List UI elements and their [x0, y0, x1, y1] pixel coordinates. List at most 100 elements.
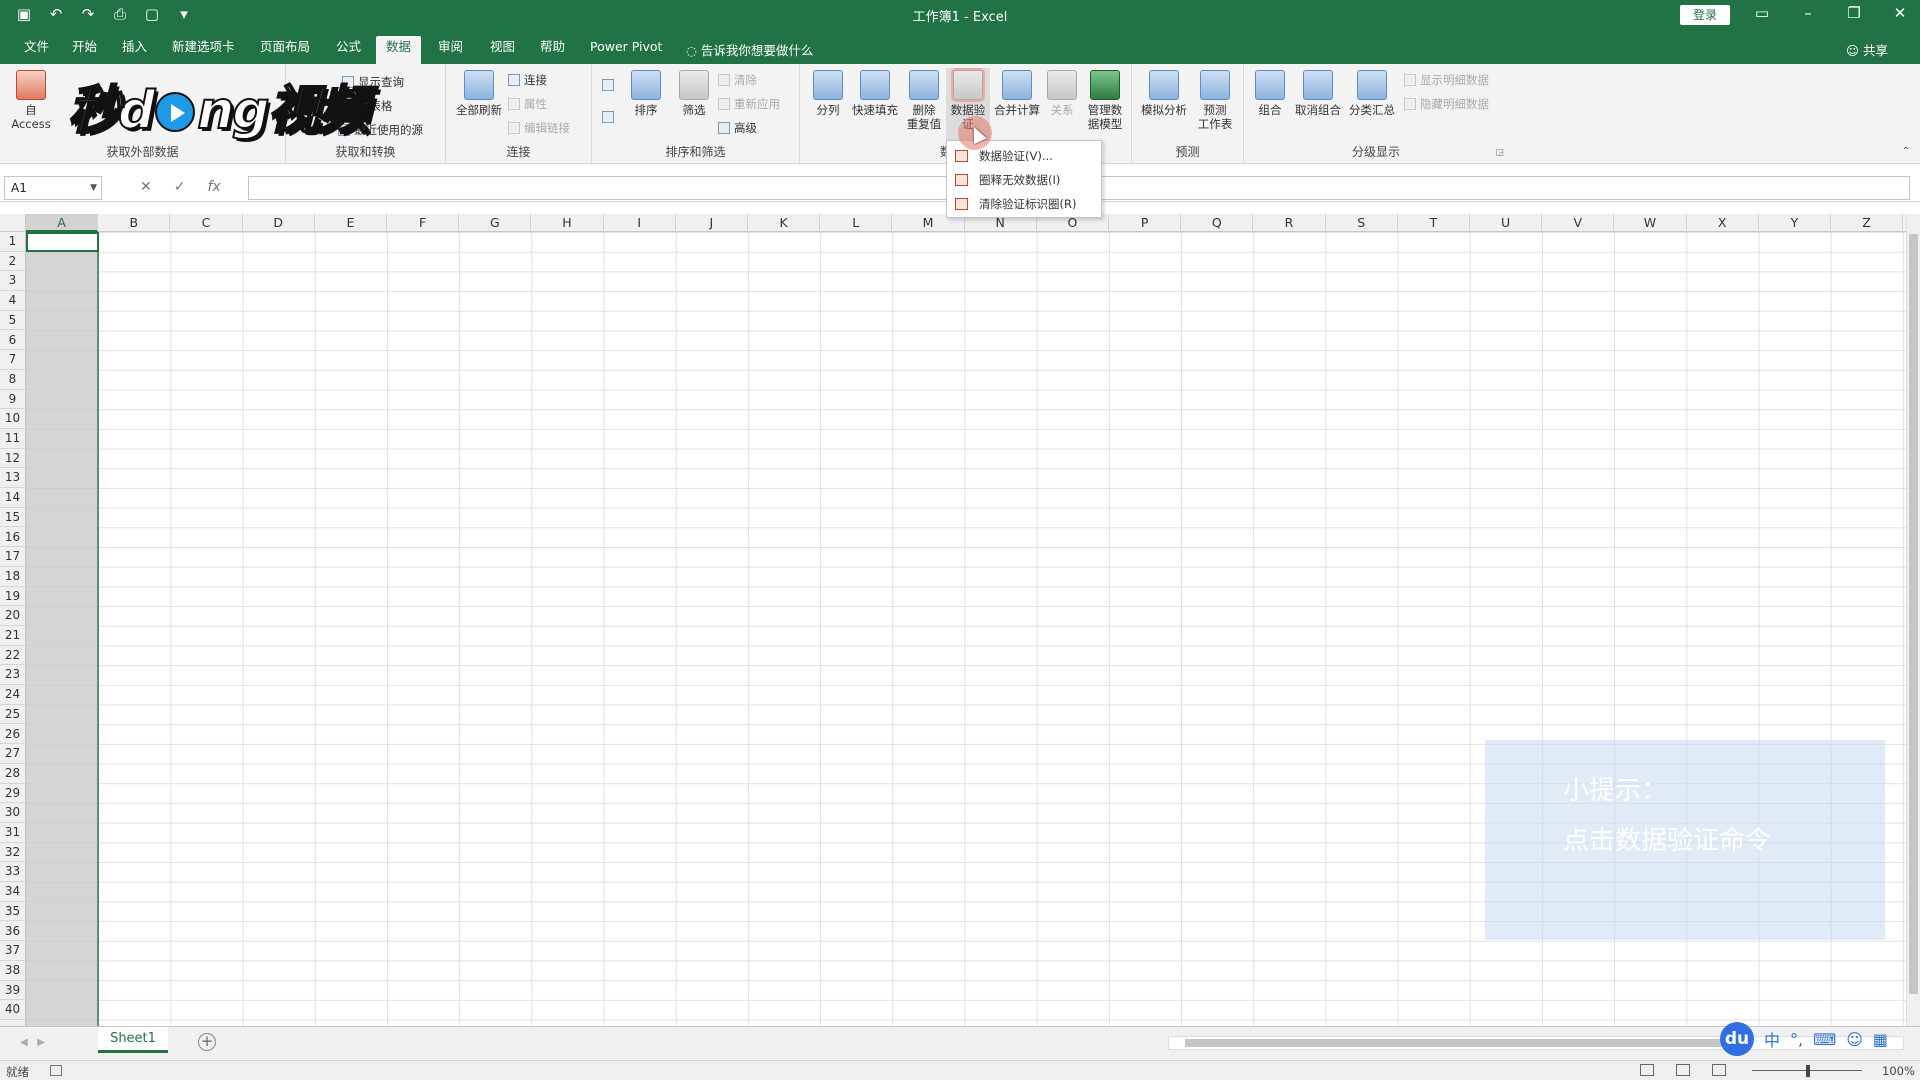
row-header-14[interactable]: 14: [0, 488, 25, 508]
row-header-36[interactable]: 36: [0, 922, 25, 942]
row-header-27[interactable]: 27: [0, 744, 25, 764]
tab-file[interactable]: 文件: [14, 36, 59, 64]
add-sheet-button[interactable]: +: [198, 1033, 216, 1051]
close-icon[interactable]: ✕: [1890, 4, 1910, 22]
macro-record-icon[interactable]: [50, 1065, 62, 1076]
column-header-r[interactable]: R: [1253, 214, 1326, 232]
chevron-down-icon[interactable]: ▼: [90, 177, 97, 199]
row-header-25[interactable]: 25: [0, 705, 25, 725]
zoom-level[interactable]: 100%: [1882, 1064, 1915, 1078]
column-header-h[interactable]: H: [531, 214, 604, 232]
column-header-i[interactable]: I: [604, 214, 676, 232]
row-header-10[interactable]: 10: [0, 409, 25, 429]
row-header-31[interactable]: 31: [0, 823, 25, 843]
row-header-39[interactable]: 39: [0, 981, 25, 1001]
row-header-22[interactable]: 22: [0, 646, 25, 666]
column-header-t[interactable]: T: [1398, 214, 1470, 232]
sort-descending-button[interactable]: [602, 110, 618, 124]
tab-new-tab[interactable]: 新建选项卡: [162, 36, 245, 64]
tab-home[interactable]: 开始: [62, 36, 107, 64]
subtotal-button[interactable]: 分类汇总: [1346, 70, 1398, 117]
column-header-v[interactable]: V: [1542, 214, 1615, 232]
row-header-34[interactable]: 34: [0, 882, 25, 902]
ungroup-button[interactable]: 取消组合: [1292, 70, 1344, 117]
column-header-f[interactable]: F: [387, 214, 460, 232]
remove-duplicates-button[interactable]: 删除 重复值: [902, 70, 946, 131]
row-header-38[interactable]: 38: [0, 961, 25, 981]
row-header-23[interactable]: 23: [0, 665, 25, 686]
tell-me-search[interactable]: ◌ 告诉我你想要做什么: [686, 40, 813, 59]
row-header-6[interactable]: 6: [0, 331, 25, 351]
show-detail-button[interactable]: 显示明细数据: [1404, 72, 1489, 88]
reapply-button[interactable]: 重新应用: [718, 96, 780, 112]
filter-button[interactable]: 筛选: [674, 70, 714, 117]
minimize-icon[interactable]: –: [1798, 4, 1818, 22]
name-box[interactable]: A1 ▼: [4, 176, 102, 200]
row-header-7[interactable]: 7: [0, 350, 25, 370]
row-header-3[interactable]: 3: [0, 271, 25, 292]
grid-icon[interactable]: ▦: [1873, 1030, 1888, 1049]
vertical-scrollbar[interactable]: [1906, 214, 1920, 1026]
row-header-8[interactable]: 8: [0, 370, 25, 390]
restore-icon[interactable]: ❐: [1844, 4, 1864, 22]
column-header-z[interactable]: Z: [1831, 214, 1904, 232]
row-header-29[interactable]: 29: [0, 784, 25, 804]
row-header-20[interactable]: 20: [0, 606, 25, 626]
from-access-button[interactable]: 自 Access: [6, 70, 56, 131]
keyboard-icon[interactable]: ⌨: [1813, 1030, 1836, 1049]
flash-fill-button[interactable]: 快速填充: [850, 70, 900, 117]
row-header-37[interactable]: 37: [0, 941, 25, 961]
relationships-button[interactable]: 关系: [1044, 70, 1080, 117]
column-header-s[interactable]: S: [1326, 214, 1398, 232]
row-header-16[interactable]: 16: [0, 528, 25, 548]
properties-button[interactable]: 属性: [508, 96, 547, 112]
enter-icon[interactable]: ✓: [174, 179, 186, 195]
column-header-j[interactable]: J: [676, 214, 748, 232]
active-cell-a1[interactable]: [26, 232, 99, 252]
select-all-corner[interactable]: [0, 214, 26, 232]
share-button[interactable]: ☺ 共享: [1846, 40, 1888, 59]
column-header-b[interactable]: B: [98, 214, 171, 232]
sheet-tab-sheet1[interactable]: Sheet1: [98, 1027, 168, 1053]
column-header-q[interactable]: Q: [1181, 214, 1254, 232]
sheet-nav-arrows-icon[interactable]: ◀ ▶: [20, 1037, 45, 1048]
column-header-p[interactable]: P: [1109, 214, 1182, 232]
zoom-slider-thumb[interactable]: [1806, 1065, 1810, 1077]
user-icon[interactable]: ☺: [1846, 1030, 1863, 1049]
row-header-9[interactable]: 9: [0, 390, 25, 410]
row-header-15[interactable]: 15: [0, 508, 25, 528]
column-header-k[interactable]: K: [748, 214, 821, 232]
column-header-c[interactable]: C: [170, 214, 243, 232]
tab-review[interactable]: 审阅: [428, 36, 473, 64]
row-header-35[interactable]: 35: [0, 902, 25, 922]
column-header-y[interactable]: Y: [1759, 214, 1831, 232]
row-header-33[interactable]: 33: [0, 862, 25, 883]
cancel-icon[interactable]: ✕: [140, 179, 152, 195]
row-header-28[interactable]: 28: [0, 764, 25, 784]
login-button[interactable]: 登录: [1680, 5, 1730, 25]
row-header-13[interactable]: 13: [0, 468, 25, 489]
connections-button[interactable]: 连接: [508, 72, 547, 88]
column-header-w[interactable]: W: [1614, 214, 1687, 232]
manage-data-model-button[interactable]: 管理数 据模型: [1082, 70, 1128, 131]
tab-help[interactable]: 帮助: [530, 36, 575, 64]
tab-page-layout[interactable]: 页面布局: [250, 36, 320, 64]
column-header-a[interactable]: A: [26, 214, 99, 232]
insert-function-icon[interactable]: fx: [207, 179, 220, 195]
row-header-2[interactable]: 2: [0, 252, 25, 272]
menu-item-clear-circles[interactable]: 清除验证标识圈(R): [947, 192, 1101, 216]
row-header-12[interactable]: 12: [0, 449, 25, 469]
horizontal-scroll-thumb[interactable]: [1185, 1039, 1725, 1047]
sort-ascending-button[interactable]: [602, 78, 618, 92]
column-header-x[interactable]: X: [1687, 214, 1759, 232]
row-header-30[interactable]: 30: [0, 803, 25, 823]
what-if-analysis-button[interactable]: 模拟分析: [1138, 70, 1190, 117]
row-header-4[interactable]: 4: [0, 291, 25, 311]
sort-button[interactable]: 排序: [624, 70, 668, 117]
row-header-24[interactable]: 24: [0, 685, 25, 705]
punctuation-icon[interactable]: °,: [1790, 1030, 1803, 1049]
group-button[interactable]: 组合: [1252, 70, 1288, 117]
tab-insert[interactable]: 插入: [112, 36, 157, 64]
row-header-1[interactable]: 1: [0, 232, 25, 252]
clear-filter-button[interactable]: 清除: [718, 72, 757, 88]
